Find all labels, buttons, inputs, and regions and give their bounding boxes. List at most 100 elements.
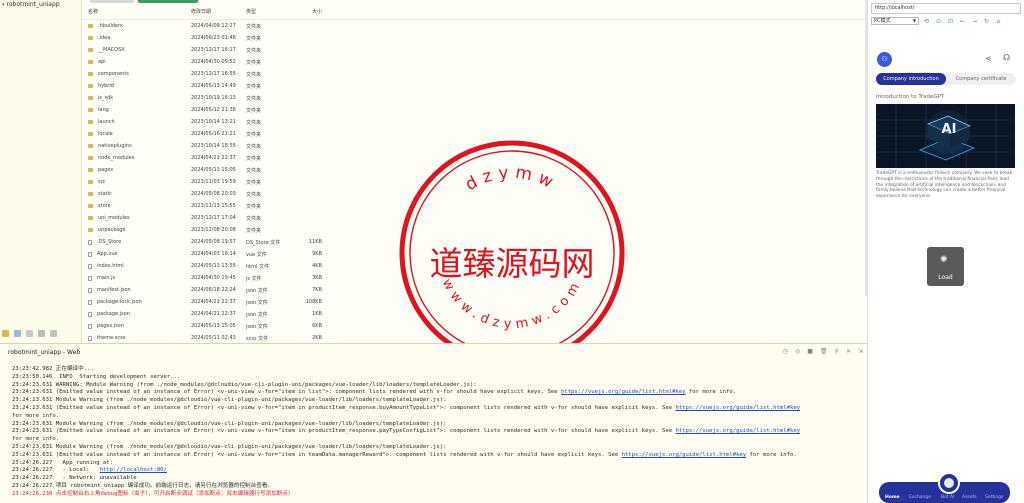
file-row[interactable]: .idea 2024/06/23 01:46 文件夹 <box>82 32 867 44</box>
tab-company-introduction[interactable]: Company introduction <box>876 73 946 85</box>
hero-image: AI <box>876 104 1015 168</box>
stamp-ring-top: dzymw <box>462 162 561 195</box>
folder-icon[interactable] <box>2 330 9 337</box>
rotate-icon[interactable]: ⟲ <box>922 18 931 25</box>
column-name-header[interactable]: 名称 <box>82 8 191 15</box>
project-root-item[interactable]: ▾ robotmint_uniapp <box>0 0 81 9</box>
file-name: main.js <box>97 275 116 281</box>
file-type: 文件夹 <box>246 71 262 78</box>
filter-icon[interactable]: ⚲ <box>835 348 839 355</box>
file-row[interactable]: api 2024/04/30 09:52 文件夹 <box>82 56 867 68</box>
robot-icon <box>944 478 954 488</box>
share-icon[interactable]: ⋖ <box>985 54 992 63</box>
trash-icon[interactable]: 🗑 <box>820 348 828 355</box>
file-row[interactable]: hybrid 2024/05/13 14:49 文件夹 <box>82 80 867 92</box>
tab-inactive[interactable] <box>90 0 134 3</box>
file-row[interactable]: js_sdk 2023/10/19 16:13 文件夹 <box>82 92 867 104</box>
clock-icon[interactable]: ◷ <box>783 348 788 355</box>
file-row[interactable]: components 2023/12/17 16:55 文件夹 <box>82 68 867 80</box>
file-icon <box>88 263 92 269</box>
file-row[interactable]: launch 2023/10/14 13:21 文件夹 <box>82 116 867 128</box>
file-type: json 文件 <box>246 287 268 294</box>
record-icon[interactable]: ⊡ <box>946 18 955 25</box>
file-name: components <box>98 71 129 77</box>
nav-home[interactable]: Home <box>885 495 900 500</box>
history-icon[interactable] <box>50 330 57 337</box>
file-type: scss 文件 <box>246 335 269 342</box>
file-name: hybrid <box>98 83 114 89</box>
doc-icon[interactable] <box>26 330 33 337</box>
file-row[interactable]: .hbuilderx 2024/04/09 12:27 文件夹 <box>82 20 867 32</box>
column-type-header[interactable]: 类型 <box>246 8 294 15</box>
headset-icon[interactable]: ☊ <box>1003 53 1010 62</box>
console-link[interactable]: https://vuejs.org/guide/list.html#key <box>675 405 800 411</box>
intro-heading: Introduction to TradeGPT <box>876 94 945 100</box>
screenshot-icon[interactable]: ⊙ <box>934 18 943 25</box>
folder-icon <box>88 180 93 184</box>
file-name: lang <box>98 107 109 113</box>
file-name-cell: js_sdk <box>82 95 191 101</box>
console-line: 23:24:26.230 点击控制台右上角debug图标（虫子），可开启断点调试… <box>12 491 867 499</box>
console-output[interactable]: 23:23:42.982 正在编译中... 23:23:50.146 INFO S… <box>0 360 867 503</box>
forward-icon[interactable]: → <box>970 18 979 25</box>
file-date: 2024/05/13 15:05 <box>191 323 236 329</box>
file-type: DS_Store 文件 <box>246 239 281 246</box>
bot-ai-button[interactable] <box>938 472 960 494</box>
console-link[interactable]: http://localhost:80/ <box>100 467 167 473</box>
file-name-cell: .DS_Store <box>82 239 191 245</box>
tab-company-certificate[interactable]: Company certificate <box>946 73 1016 85</box>
file-name: unpackage <box>98 227 126 233</box>
file-row[interactable]: lang 2024/05/12 21:36 文件夹 <box>82 104 867 116</box>
file-type: 文件夹 <box>246 191 262 198</box>
console-link[interactable]: https://vuejs.org/guide/list.html#key <box>622 452 747 458</box>
column-size-header[interactable]: 大小 <box>294 8 322 15</box>
target-icon[interactable]: ◎ <box>795 348 800 355</box>
nav-exchange[interactable]: Exchange <box>909 495 931 500</box>
console-line: 23:24:23.631 (Emitted value instead of a… <box>12 389 867 397</box>
stop-icon[interactable]: ■ <box>807 348 813 355</box>
file-name-cell: src <box>82 179 191 185</box>
project-sidebar: ▾ robotmint_uniapp <box>0 0 82 343</box>
nav-assets[interactable]: Assets <box>962 495 977 500</box>
file-name-cell: theme.scss <box>82 335 191 341</box>
file-name-cell: unpackage <box>82 227 191 233</box>
collapse-icon[interactable]: ⇲ <box>858 348 863 355</box>
refresh-icon[interactable]: ↻ <box>982 18 991 25</box>
folder-icon <box>88 192 93 196</box>
image-icon[interactable] <box>14 330 21 337</box>
nav-bot-ai[interactable]: Bot AI <box>941 495 954 500</box>
home-icon[interactable]: ⌂ <box>994 18 1003 25</box>
device-select[interactable]: PC模式 ▼ <box>871 17 919 25</box>
console-line: for more info. <box>12 436 867 444</box>
close-icon[interactable]: ✕ <box>846 348 851 355</box>
console-header: robotmint_uniapp - Web ◷ ◎ ■ 🗑 ⚲ ✕ ⇲ <box>0 343 867 360</box>
folder-icon <box>88 204 93 208</box>
file-date: 2023/11/13 15:55 <box>191 203 236 209</box>
file-date: 2024/05/13 13:55 <box>191 263 236 269</box>
file-row[interactable]: __MACOSX 2023/12/17 16:17 文件夹 <box>82 44 867 56</box>
file-date: 2024/04/21 22:37 <box>191 155 236 161</box>
nav-settings[interactable]: Settings <box>985 495 1003 500</box>
file-name: launch <box>98 119 115 125</box>
file-size: 6KB <box>312 323 322 329</box>
console-line-text: 23:24:23.631 (Emitted value instead of a… <box>12 389 561 396</box>
column-date-header[interactable]: 修改日期 <box>191 8 246 15</box>
console-link[interactable]: https://vuejs.org/guide/list.html#key <box>675 428 800 434</box>
file-type: json 文件 <box>246 299 268 306</box>
console-line-text: 23:24:23.631 Module Warning (from ./node… <box>12 397 447 404</box>
console-line-tail: for more info. <box>685 389 737 396</box>
back-icon[interactable]: ← <box>958 18 967 25</box>
folder-icon <box>88 216 93 220</box>
file-name: App.vue <box>97 251 118 257</box>
avatar[interactable]: ⚇ <box>877 52 892 67</box>
file-name-cell: .idea <box>82 35 191 41</box>
file-size: 108KB <box>305 299 322 305</box>
file-type: 文件夹 <box>246 215 262 222</box>
file-icon <box>88 323 92 329</box>
tab-active[interactable] <box>138 0 198 3</box>
window-icon[interactable] <box>38 330 45 337</box>
chevron-down-icon: ▾ <box>2 1 5 8</box>
address-bar[interactable]: http://localhost/ <box>871 3 1021 14</box>
file-type: vue 文件 <box>246 251 267 258</box>
console-link[interactable]: https://vuejs.org/guide/list.html#key <box>561 389 686 395</box>
